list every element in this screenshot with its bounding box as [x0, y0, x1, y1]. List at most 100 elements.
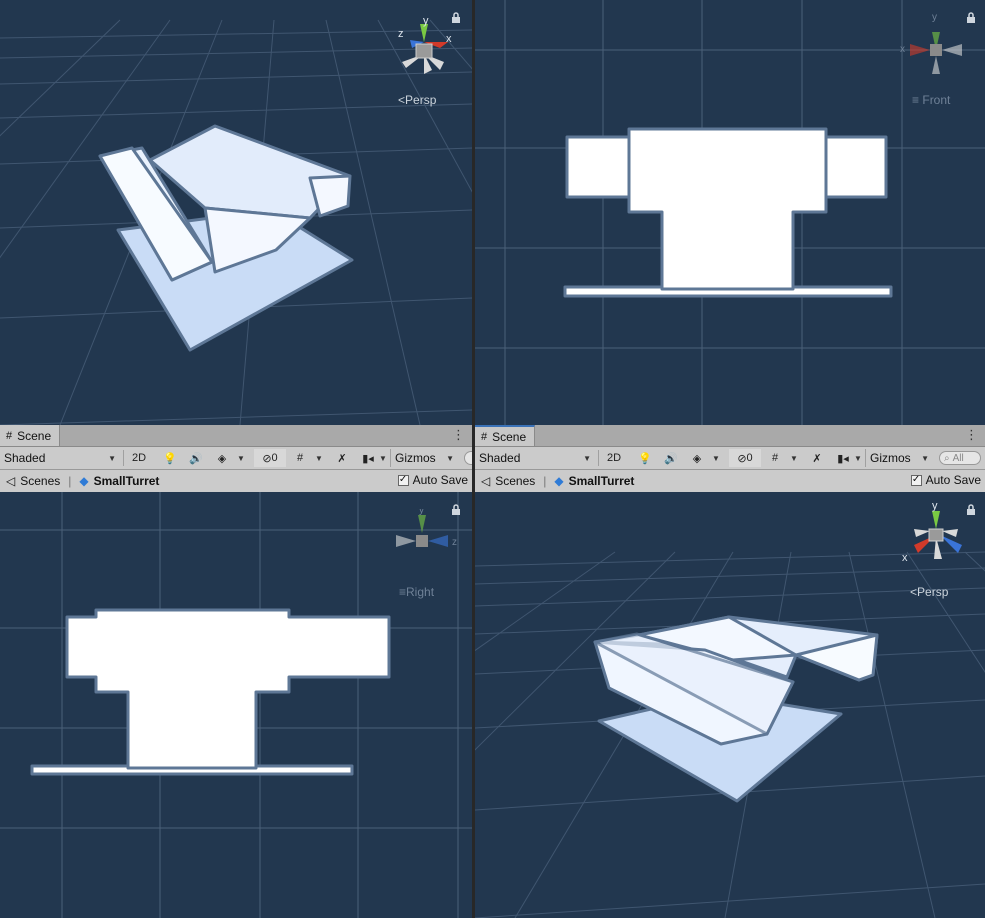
gizmo-z-label: z	[452, 537, 457, 548]
auto-save-label: Auto Save	[925, 473, 981, 487]
gizmo-z-label: z	[398, 28, 404, 40]
projection-toggle[interactable]: ≡Right	[399, 585, 434, 599]
back-icon: ◁	[6, 474, 16, 488]
perspective-icon: <	[910, 585, 918, 599]
chevron-down-icon[interactable]: ▼	[851, 449, 865, 467]
chevron-down-icon[interactable]: ▼	[376, 449, 390, 467]
scene-view-top-right[interactable]: y x ≡ Front	[475, 0, 985, 425]
lock-icon[interactable]	[451, 12, 461, 24]
orientation-gizmo[interactable]: y z	[390, 509, 460, 579]
camera-icon[interactable]: ▮◂	[833, 449, 853, 467]
breadcrumb-scenes[interactable]: ◁ Scenes	[481, 474, 535, 488]
lock-icon[interactable]	[451, 504, 461, 516]
more-options-icon[interactable]: ⋮	[452, 428, 465, 442]
gizmos-label: Gizmos	[870, 451, 911, 465]
hidden-count: 0	[271, 452, 278, 464]
scene-view-top-left[interactable]: y x z <Persp	[0, 0, 472, 425]
lock-icon[interactable]	[966, 504, 976, 516]
lock-icon[interactable]	[966, 12, 976, 24]
back-icon: ◁	[481, 474, 491, 488]
shading-mode-dropdown[interactable]: Shaded ▼	[475, 449, 595, 467]
gizmo-y-label: y	[932, 501, 938, 512]
gizmos-label: Gizmos	[395, 451, 436, 465]
tab-label: Scene	[17, 428, 52, 443]
hidden-objects-toggle[interactable]: ⊘ 0	[254, 449, 286, 467]
chevron-down-icon[interactable]: ▼	[787, 449, 801, 467]
auto-save-checkbox[interactable]: ✓	[910, 474, 922, 486]
prefab-cube-icon: ◆	[554, 474, 564, 488]
hidden-count: 0	[746, 452, 753, 464]
scene-view-bottom-left[interactable]: # Scene ⋮ Shaded ▼ 2D 💡 🔊 ◈ ▼ ⊘ 0 # ▼ ✗ ▮◂…	[0, 425, 472, 918]
gizmo-x-label: x	[446, 33, 452, 45]
breadcrumb-object-label: SmallTurret	[568, 474, 635, 488]
turret-model-perspective[interactable]	[593, 615, 879, 803]
breadcrumb-root-label: Scenes	[20, 474, 61, 488]
effects-icon[interactable]: ◈	[687, 449, 707, 467]
grid-snap-icon[interactable]: #	[290, 449, 310, 467]
search-field[interactable]	[464, 451, 472, 465]
breadcrumb-prefab[interactable]: ◆ SmallTurret	[79, 474, 159, 488]
perspective-icon: <	[398, 93, 406, 107]
turret-model-front[interactable]	[563, 127, 893, 298]
scene-toolbar: Shaded ▼ 2D 💡 🔊 ◈ ▼ ⊘ 0 # ▼ ✗ ▮◂ ▼ Gizmos ▼	[0, 447, 472, 470]
breadcrumb: ◁ Scenes | ◆ SmallTurret ✓ Auto Save	[475, 470, 985, 493]
tab-label: Scene	[492, 429, 527, 444]
tab-scene[interactable]: # Scene	[0, 425, 61, 446]
auto-save-toggle[interactable]: ✓ Auto Save	[397, 473, 468, 487]
breadcrumb-scenes[interactable]: ◁ Scenes	[6, 474, 60, 488]
projection-toggle[interactable]: ≡ Front	[912, 93, 950, 107]
chevron-down-icon: ▼	[583, 453, 591, 463]
tools-icon[interactable]: ✗	[807, 449, 827, 467]
auto-save-toggle[interactable]: ✓ Auto Save	[910, 473, 981, 487]
prefab-cube-icon: ◆	[79, 474, 89, 488]
projection-label: Persp	[917, 585, 949, 599]
search-icon: ⌕	[944, 452, 950, 464]
ortho-lines-icon: ≡	[912, 93, 920, 107]
camera-icon[interactable]: ▮◂	[358, 449, 378, 467]
auto-save-checkbox[interactable]: ✓	[397, 474, 409, 486]
tab-bar: # Scene ⋮	[475, 425, 985, 447]
search-field[interactable]: ⌕ All	[939, 451, 981, 465]
toggle-2d-button[interactable]: 2D	[127, 449, 151, 467]
turret-model-right[interactable]	[30, 608, 391, 776]
projection-toggle[interactable]: <Persp	[398, 93, 436, 107]
gizmos-dropdown[interactable]: Gizmos ▼	[390, 449, 458, 467]
audio-icon[interactable]: 🔊	[186, 449, 206, 467]
grid-icon: #	[6, 429, 13, 442]
gizmos-dropdown[interactable]: Gizmos ▼	[865, 449, 933, 467]
scene-view-bottom-right[interactable]: # Scene ⋮ Shaded ▼ 2D 💡 🔊 ◈ ▼ ⊘ 0 # ▼ ✗ ▮◂…	[475, 425, 985, 918]
breadcrumb: ◁ Scenes | ◆ SmallTurret ✓ Auto Save	[0, 470, 472, 493]
chevron-down-icon: ▼	[108, 453, 116, 463]
eye-slash-icon: ⊘	[737, 452, 747, 465]
toggle-2d-button[interactable]: 2D	[602, 449, 626, 467]
toggle-2d-label: 2D	[606, 452, 622, 464]
shading-mode-value: Shaded	[4, 451, 46, 465]
lighting-icon[interactable]: 💡	[160, 449, 180, 467]
projection-label: Front	[922, 93, 951, 107]
gizmo-y-label: y	[423, 18, 429, 27]
orientation-gizmo[interactable]: y x z	[388, 18, 460, 92]
orientation-gizmo[interactable]: y x	[900, 12, 970, 82]
hidden-objects-toggle[interactable]: ⊘ 0	[729, 449, 761, 467]
chevron-down-icon[interactable]: ▼	[234, 449, 248, 467]
eye-slash-icon: ⊘	[262, 452, 272, 465]
breadcrumb-object-label: SmallTurret	[93, 474, 160, 488]
shading-mode-dropdown[interactable]: Shaded ▼	[0, 449, 120, 467]
chevron-down-icon: ▼	[921, 453, 929, 463]
projection-toggle[interactable]: <Persp	[910, 585, 948, 599]
tab-scene[interactable]: # Scene	[475, 425, 536, 446]
lighting-icon[interactable]: 💡	[635, 449, 655, 467]
grid-icon: #	[481, 430, 488, 443]
breadcrumb-prefab[interactable]: ◆ SmallTurret	[554, 474, 634, 488]
turret-model-perspective[interactable]	[98, 124, 354, 352]
more-options-icon[interactable]: ⋮	[965, 428, 978, 442]
audio-icon[interactable]: 🔊	[661, 449, 681, 467]
vertical-splitter[interactable]	[472, 0, 475, 918]
tools-icon[interactable]: ✗	[332, 449, 352, 467]
grid-snap-icon[interactable]: #	[765, 449, 785, 467]
shading-mode-value: Shaded	[479, 451, 521, 465]
chevron-down-icon[interactable]: ▼	[312, 449, 326, 467]
scene-toolbar: Shaded ▼ 2D 💡 🔊 ◈ ▼ ⊘ 0 # ▼ ✗ ▮◂ ▼ Gizmos ▼…	[475, 447, 985, 470]
chevron-down-icon[interactable]: ▼	[709, 449, 723, 467]
effects-icon[interactable]: ◈	[212, 449, 232, 467]
